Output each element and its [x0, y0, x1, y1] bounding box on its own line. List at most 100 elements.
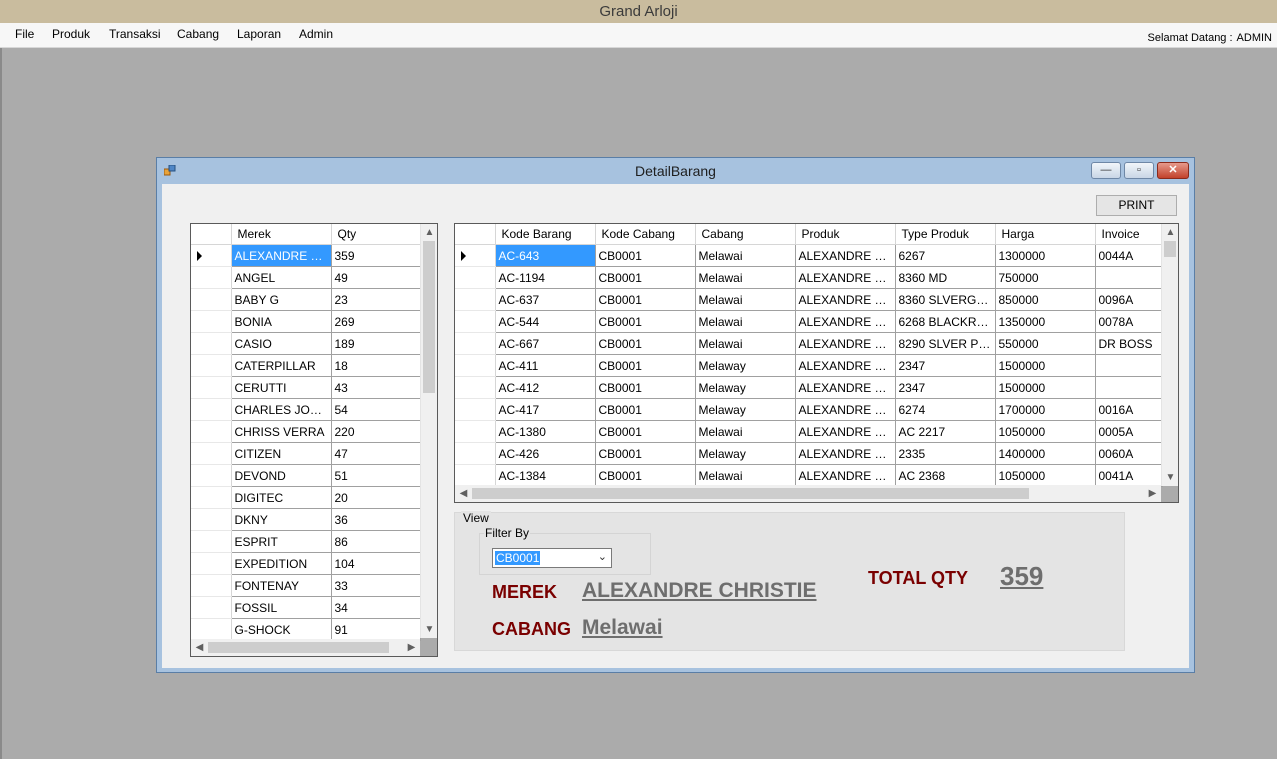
- table-cell[interactable]: ALEXANDRE CH...: [795, 288, 896, 311]
- table-cell[interactable]: ALEXANDRE CH...: [795, 354, 896, 377]
- row-header[interactable]: [191, 464, 232, 487]
- scroll-thumb[interactable]: [423, 241, 435, 393]
- table-cell[interactable]: ALEXANDRE CH...: [795, 398, 896, 421]
- table-cell[interactable]: 1050000: [995, 464, 1096, 487]
- row-header[interactable]: [191, 442, 232, 465]
- row-header[interactable]: [455, 376, 496, 399]
- table-cell[interactable]: Melawai: [695, 244, 796, 267]
- table-cell[interactable]: 0060A: [1095, 442, 1163, 465]
- table-row[interactable]: AC-643 CB0001 Melawai ALEXANDRE CH... 6267 13…: [455, 244, 1163, 267]
- table-cell[interactable]: 220: [331, 420, 421, 443]
- row-header[interactable]: [191, 376, 232, 399]
- scroll-down-arrow-icon[interactable]: ▼: [1162, 469, 1178, 486]
- table-row[interactable]: AC-411 CB0001 Melaway ALEXANDRE CH... 2347 15…: [455, 354, 1163, 377]
- row-header[interactable]: [191, 530, 232, 553]
- print-button[interactable]: PRINT: [1096, 195, 1177, 216]
- row-header[interactable]: [191, 332, 232, 355]
- column-header-kode-barang[interactable]: Kode Barang: [495, 224, 596, 245]
- table-cell[interactable]: [1095, 376, 1163, 399]
- row-header[interactable]: [455, 332, 496, 355]
- row-header[interactable]: [191, 266, 232, 289]
- table-cell[interactable]: 6267: [895, 244, 996, 267]
- table-cell[interactable]: AC-412: [495, 376, 596, 399]
- table-row[interactable]: AC-1384 CB0001 Melawai ALEXANDRE CH... AC 23…: [455, 464, 1163, 487]
- table-row[interactable]: DKNY 36: [191, 508, 421, 531]
- row-header[interactable]: [455, 420, 496, 443]
- table-cell[interactable]: ALEXANDRE CH...: [795, 464, 896, 487]
- scroll-left-arrow-icon[interactable]: ◀: [191, 639, 208, 656]
- table-cell[interactable]: Melaway: [695, 354, 796, 377]
- table-cell[interactable]: AC-411: [495, 354, 596, 377]
- table-row[interactable]: AC-667 CB0001 Melawai ALEXANDRE CH... 8290 S…: [455, 332, 1163, 355]
- row-header[interactable]: [455, 464, 496, 487]
- table-cell[interactable]: Melaway: [695, 376, 796, 399]
- table-cell[interactable]: 0005A: [1095, 420, 1163, 443]
- table-cell[interactable]: CHRISS VERRA: [231, 420, 332, 443]
- scroll-up-arrow-icon[interactable]: ▲: [1162, 224, 1178, 241]
- table-cell[interactable]: CB0001: [595, 376, 696, 399]
- table-cell[interactable]: DKNY: [231, 508, 332, 531]
- close-button[interactable]: ✕: [1157, 162, 1189, 179]
- row-header[interactable]: [455, 288, 496, 311]
- table-cell[interactable]: 189: [331, 332, 421, 355]
- column-header-merek[interactable]: Merek: [231, 224, 332, 245]
- row-header[interactable]: [191, 420, 232, 443]
- table-cell[interactable]: FOSSIL: [231, 596, 332, 619]
- row-header[interactable]: [455, 310, 496, 333]
- maximize-button[interactable]: ▫: [1124, 162, 1154, 179]
- table-cell[interactable]: 6268 BLACKRG...: [895, 310, 996, 333]
- table-cell[interactable]: Melaway: [695, 442, 796, 465]
- table-cell[interactable]: CB0001: [595, 464, 696, 487]
- table-cell[interactable]: 104: [331, 552, 421, 575]
- table-cell[interactable]: CASIO: [231, 332, 332, 355]
- table-cell[interactable]: ALEXANDRE CH...: [795, 266, 896, 289]
- table-cell[interactable]: CB0001: [595, 354, 696, 377]
- row-header[interactable]: [455, 266, 496, 289]
- column-header-produk[interactable]: Produk: [795, 224, 896, 245]
- table-cell[interactable]: CHARLES JOUR...: [231, 398, 332, 421]
- table-cell[interactable]: ALEXANDRE CH...: [795, 332, 896, 355]
- table-row[interactable]: FOSSIL 34: [191, 596, 421, 619]
- table-cell[interactable]: ESPRIT: [231, 530, 332, 553]
- merek-grid[interactable]: Merek Qty ALEXANDRE CH... 359 ANGEL 49 BABY …: [190, 223, 438, 657]
- table-cell[interactable]: Melawai: [695, 332, 796, 355]
- row-header[interactable]: [191, 398, 232, 421]
- table-cell[interactable]: 33: [331, 574, 421, 597]
- row-header[interactable]: [455, 244, 496, 267]
- table-cell[interactable]: CB0001: [595, 288, 696, 311]
- scroll-thumb[interactable]: [208, 642, 389, 653]
- column-header-qty[interactable]: Qty: [331, 224, 421, 245]
- menu-cabang[interactable]: Cabang: [175, 27, 221, 41]
- table-cell[interactable]: 20: [331, 486, 421, 509]
- table-cell[interactable]: DR BOSS: [1095, 332, 1163, 355]
- table-cell[interactable]: 359: [331, 244, 421, 267]
- scroll-thumb[interactable]: [472, 488, 1029, 499]
- table-row[interactable]: AC-1194 CB0001 Melawai ALEXANDRE CH... 8360 …: [455, 266, 1163, 289]
- table-cell[interactable]: [1095, 354, 1163, 377]
- table-row[interactable]: AC-417 CB0001 Melaway ALEXANDRE CH... 6274 17…: [455, 398, 1163, 421]
- table-cell[interactable]: 23: [331, 288, 421, 311]
- table-cell[interactable]: 8360 SLVERGO...: [895, 288, 996, 311]
- table-cell[interactable]: 34: [331, 596, 421, 619]
- table-cell[interactable]: AC-544: [495, 310, 596, 333]
- table-cell[interactable]: 1050000: [995, 420, 1096, 443]
- table-cell[interactable]: AC 2217: [895, 420, 996, 443]
- table-row[interactable]: CHARLES JOUR... 54: [191, 398, 421, 421]
- barang-horizontal-scrollbar[interactable]: ◀ ▶: [455, 485, 1161, 502]
- table-row[interactable]: BABY G 23: [191, 288, 421, 311]
- table-cell[interactable]: 1350000: [995, 310, 1096, 333]
- table-cell[interactable]: 18: [331, 354, 421, 377]
- table-cell[interactable]: 43: [331, 376, 421, 399]
- table-cell[interactable]: 51: [331, 464, 421, 487]
- table-cell[interactable]: CB0001: [595, 310, 696, 333]
- scroll-up-arrow-icon[interactable]: ▲: [421, 224, 437, 241]
- table-row[interactable]: CASIO 189: [191, 332, 421, 355]
- column-header-harga[interactable]: Harga: [995, 224, 1096, 245]
- chevron-down-icon[interactable]: ⌄: [598, 550, 607, 563]
- table-cell[interactable]: CB0001: [595, 332, 696, 355]
- table-cell[interactable]: CERUTTI: [231, 376, 332, 399]
- table-cell[interactable]: ALEXANDRE CH...: [795, 420, 896, 443]
- menu-transaksi[interactable]: Transaksi: [107, 27, 163, 41]
- table-row[interactable]: CHRISS VERRA 220: [191, 420, 421, 443]
- column-header-invoice[interactable]: Invoice: [1095, 224, 1163, 245]
